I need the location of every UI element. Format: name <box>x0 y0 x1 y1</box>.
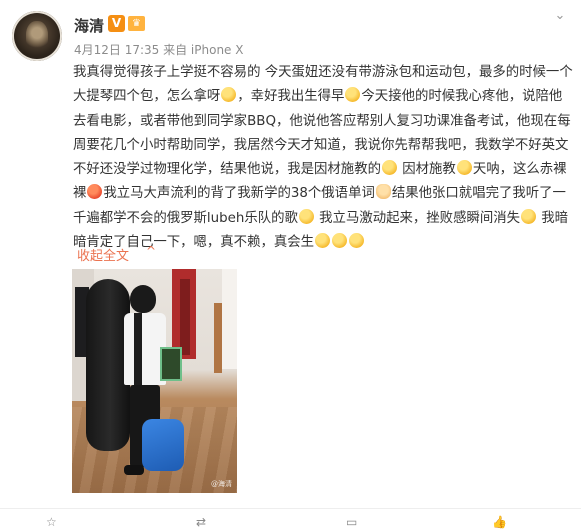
photo-stand <box>214 303 222 373</box>
like-button[interactable]: 👍 <box>492 515 513 529</box>
emoji-icon <box>332 233 348 249</box>
post-text-part: 因材施教 <box>397 162 456 178</box>
child-head <box>130 285 156 313</box>
post-text-part: 我立马激动起来，挫败感瞬间消失 <box>314 210 521 226</box>
comment-icon: ▭ <box>346 515 358 529</box>
emoji-icon <box>87 184 103 200</box>
star-icon: ☆ <box>46 515 57 529</box>
emoji-icon <box>345 87 361 103</box>
green-folder <box>160 347 182 381</box>
emoji-icon <box>381 160 397 176</box>
level-badge-icon: ♛ <box>128 16 145 31</box>
post-text-part: 我立马大声流利的背了我新学的38个俄语单词 <box>103 186 375 202</box>
favorite-button[interactable]: ☆ <box>46 515 63 529</box>
photo-window-light <box>222 269 237 369</box>
chevron-up-icon[interactable]: ^ <box>146 244 156 258</box>
comment-button[interactable]: ▭ <box>346 515 363 529</box>
post-header: 海清 V ♛ 4月12日 17:35 来自 iPhone X ⌄ <box>0 0 581 62</box>
post-photo[interactable]: @海清 <box>72 269 237 493</box>
emoji-icon <box>521 208 537 224</box>
chevron-down-icon[interactable]: ⌄ <box>550 8 570 24</box>
post-meta: 4月12日 17:35 来自 iPhone X <box>74 43 244 57</box>
emoji-icon <box>375 184 391 200</box>
thumbs-up-icon: 👍 <box>492 515 507 529</box>
emoji-icon <box>456 160 472 176</box>
photo-watermark: @海清 <box>211 480 232 488</box>
post-body: 我真得觉得孩子上学挺不容易的 今天蛋妞还没有带游泳包和运动包，最多的时候一个大提… <box>73 61 573 255</box>
repost-button[interactable]: ⇄ <box>196 515 212 529</box>
author-name[interactable]: 海清 <box>74 15 104 36</box>
repost-icon: ⇄ <box>196 515 207 529</box>
vip-badge: V <box>108 15 125 32</box>
emoji-icon <box>349 233 365 249</box>
child-shoe <box>124 465 144 475</box>
emoji-icon <box>221 87 237 103</box>
post-text-part: ，幸好我出生得早 <box>237 89 345 105</box>
blue-bag <box>142 419 184 471</box>
photo-door-opening <box>180 279 190 355</box>
case-strap <box>134 313 142 385</box>
emoji-icon <box>315 233 331 249</box>
action-bar: ☆ ⇄ ▭ 👍 <box>0 508 581 529</box>
emoji-icon <box>298 208 314 224</box>
collapse-full-text-link[interactable]: 收起全文 <box>77 245 129 264</box>
avatar[interactable] <box>12 11 62 61</box>
